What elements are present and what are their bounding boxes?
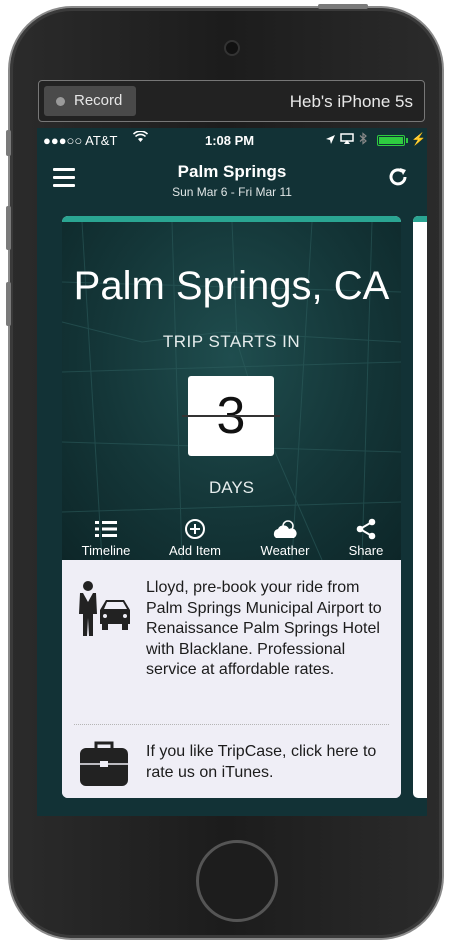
volume-down-button bbox=[6, 282, 11, 326]
app-screen: ●●●○○ AT&T 1:08 PM ⚡ Palm Springs Sun Ma… bbox=[37, 128, 427, 816]
timeline-label: Timeline bbox=[81, 543, 131, 558]
trip-city: Palm Springs, CA bbox=[73, 264, 390, 308]
share-button[interactable]: Share bbox=[330, 518, 401, 558]
chauffeur-car-icon bbox=[76, 580, 132, 643]
add-item-label: Add Item bbox=[168, 543, 222, 558]
briefcase-icon bbox=[78, 740, 130, 795]
airplay-icon bbox=[340, 133, 354, 148]
cloud-sun-icon bbox=[249, 518, 321, 540]
next-card-peek[interactable] bbox=[413, 216, 427, 798]
share-icon bbox=[330, 518, 401, 540]
weather-button[interactable]: Weather bbox=[249, 518, 321, 558]
promo-text: Lloyd, pre-book your ride from Palm Spri… bbox=[146, 579, 382, 678]
clock: 1:08 PM bbox=[205, 133, 255, 148]
front-camera bbox=[224, 40, 240, 56]
wifi-icon bbox=[132, 130, 149, 146]
nav-bar: Palm Springs Sun Mar 6 - Fri Mar 11 bbox=[37, 152, 427, 212]
status-bar: ●●●○○ AT&T 1:08 PM ⚡ bbox=[37, 128, 427, 152]
location-icon bbox=[325, 133, 336, 148]
power-button bbox=[318, 4, 368, 9]
share-label: Share bbox=[348, 543, 384, 558]
promo-divider bbox=[74, 724, 389, 725]
days-label: DAYS bbox=[208, 478, 255, 497]
trip-hero: Palm Springs, CA TRIP STARTS IN 3 DAYS T… bbox=[62, 222, 401, 560]
battery-tip bbox=[406, 138, 408, 143]
rate-text: If you like TripCase, click here to rate… bbox=[146, 743, 377, 781]
add-item-button[interactable]: Add Item bbox=[159, 518, 231, 558]
blacklane-promo[interactable]: Lloyd, pre-book your ride from Palm Spri… bbox=[62, 560, 401, 730]
page-title: Palm Springs bbox=[177, 162, 287, 181]
volume-up-button bbox=[6, 206, 11, 250]
list-icon bbox=[70, 518, 142, 540]
trip-card: Palm Springs, CA TRIP STARTS IN 3 DAYS T… bbox=[62, 216, 401, 798]
refresh-icon[interactable] bbox=[387, 166, 409, 193]
countdown-divider bbox=[182, 415, 280, 417]
mute-switch bbox=[6, 130, 11, 156]
battery-icon bbox=[377, 135, 405, 146]
bluetooth-icon bbox=[359, 132, 367, 148]
timeline-button[interactable]: Timeline bbox=[70, 518, 142, 558]
trip-dates: Sun Mar 6 - Fri Mar 11 bbox=[172, 185, 292, 199]
home-button[interactable] bbox=[196, 840, 278, 922]
charging-icon: ⚡ bbox=[411, 132, 426, 146]
next-card-accent bbox=[413, 216, 427, 222]
trip-starts-label: TRIP STARTS IN bbox=[162, 332, 301, 351]
device-name: Heb's iPhone 5s bbox=[289, 92, 413, 111]
rate-us-row[interactable]: If you like TripCase, click here to rate… bbox=[62, 730, 401, 798]
carrier-label: ●●●○○ AT&T bbox=[43, 133, 118, 148]
record-dot-icon bbox=[56, 97, 65, 106]
weather-label: Weather bbox=[260, 543, 310, 558]
plus-circle-icon bbox=[159, 518, 231, 540]
